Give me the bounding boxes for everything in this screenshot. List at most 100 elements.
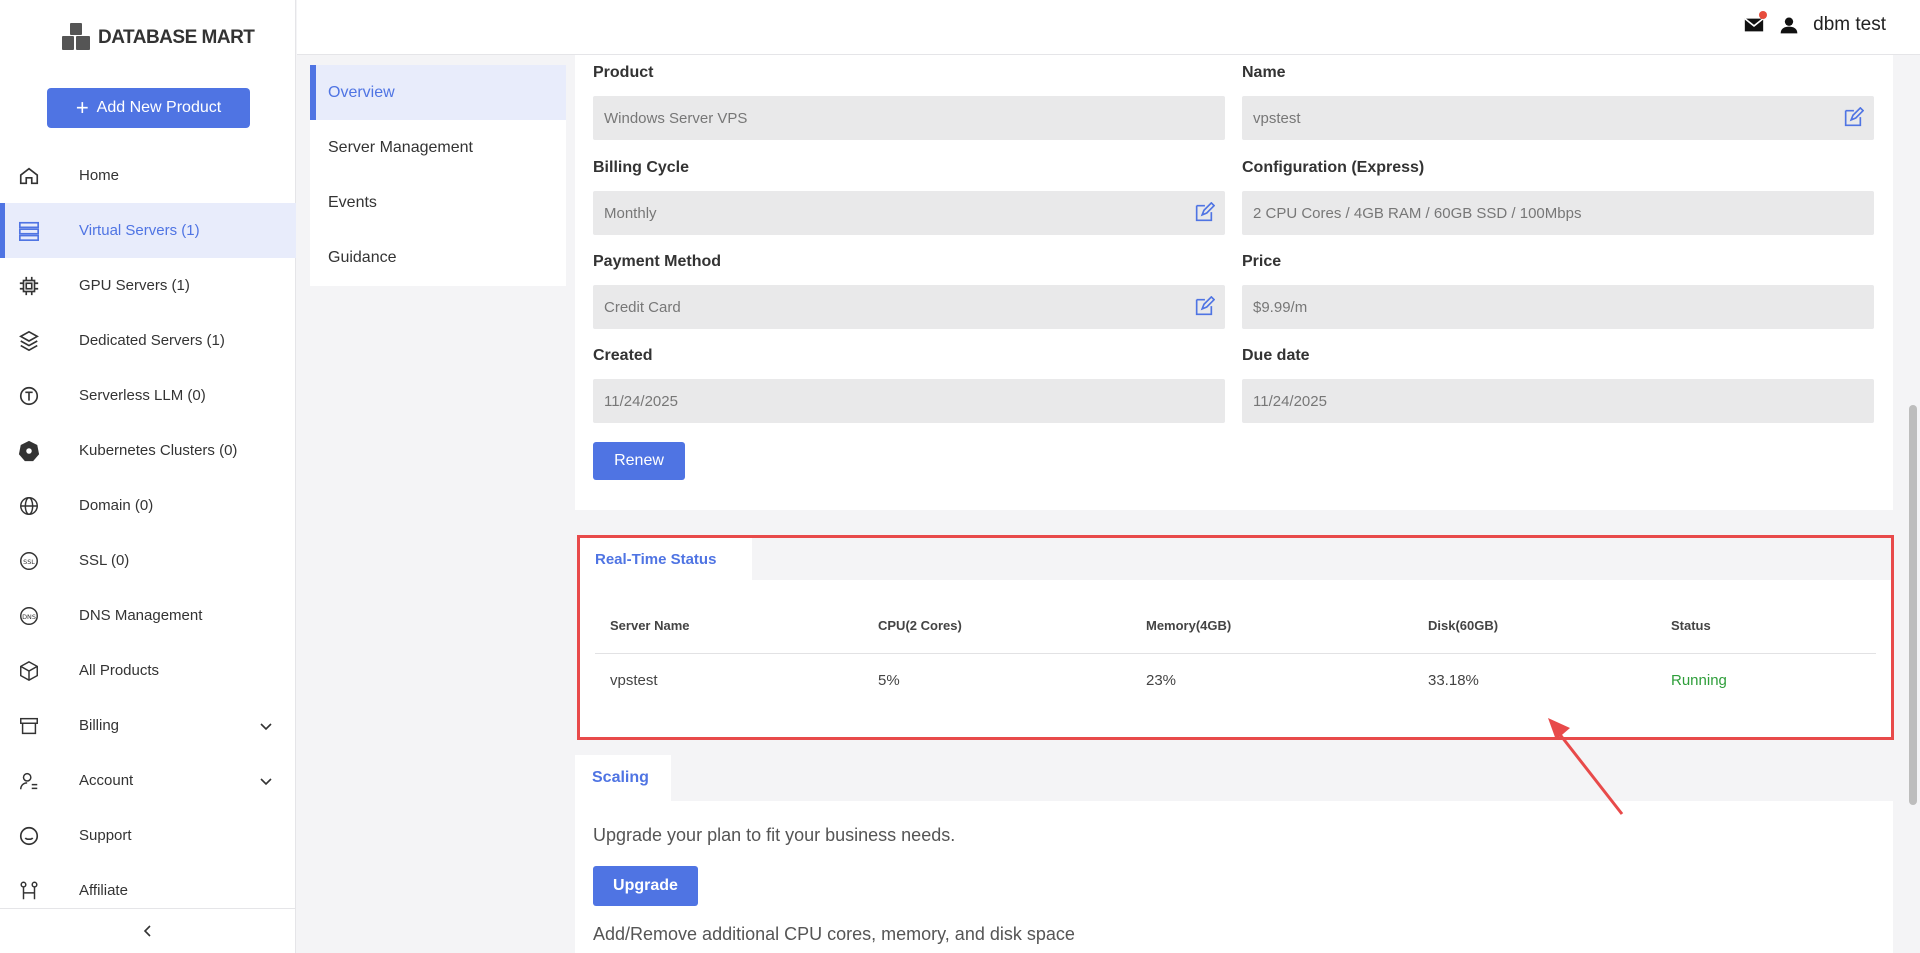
sidebar-item-domain[interactable]: Domain (0) <box>0 478 296 533</box>
kubernetes-icon <box>17 439 41 463</box>
configuration-field: 2 CPU Cores / 4GB RAM / 60GB SSD / 100Mb… <box>1242 191 1874 235</box>
sidebar-item-label: Affiliate <box>79 882 128 899</box>
server-name-cell: vpstest <box>610 672 658 689</box>
edit-icon[interactable] <box>1193 202 1215 224</box>
sidebar-item-dns-management[interactable]: DNS DNS Management <box>0 588 296 643</box>
tab-scaling[interactable]: Scaling <box>575 755 671 801</box>
sidebar-item-virtual-servers[interactable]: Virtual Servers (1) <box>0 203 296 258</box>
tab-events[interactable]: Events <box>310 175 566 230</box>
billing-icon <box>17 714 41 738</box>
tab-server-management[interactable]: Server Management <box>310 120 566 175</box>
plus-icon: + <box>75 95 89 120</box>
billing-cycle-label: Billing Cycle <box>593 159 690 176</box>
sidebar-item-label: Domain (0) <box>79 497 154 514</box>
configuration-value: 2 CPU Cores / 4GB RAM / 60GB SSD / 100Mb… <box>1253 204 1582 222</box>
server-details-card: Product Windows Server VPS Name vpstest … <box>575 55 1893 510</box>
sidebar-item-label: All Products <box>79 662 160 679</box>
created-value: 11/24/2025 <box>604 392 678 410</box>
sidebar-item-label: Billing <box>79 717 120 734</box>
tab-overview[interactable]: Overview <box>310 65 566 120</box>
support-icon <box>17 824 41 848</box>
created-field: 11/24/2025 <box>593 379 1225 423</box>
page-scrollbar[interactable] <box>1906 55 1920 953</box>
edit-icon[interactable] <box>1842 107 1864 129</box>
sidebar-item-label: Kubernetes Clusters (0) <box>79 442 238 459</box>
chevron-down-icon[interactable] <box>258 773 274 789</box>
payment-method-label: Payment Method <box>593 253 722 270</box>
sidebar-item-serverless-llm[interactable]: Serverless LLM (0) <box>0 368 296 423</box>
cube-stack-icon <box>17 329 41 353</box>
real-time-status-panel: Real-Time Status Server Name CPU(2 Cores… <box>577 535 1894 740</box>
edit-icon[interactable] <box>1193 296 1215 318</box>
user-icon[interactable] <box>1779 15 1799 35</box>
account-icon <box>17 769 41 793</box>
disk-cell: 33.18% <box>1428 672 1479 689</box>
server-icon <box>17 219 41 243</box>
tab-real-time-status[interactable]: Real-Time Status <box>580 538 752 580</box>
globe-icon <box>17 494 41 518</box>
add-new-product-button[interactable]: + Add New Product <box>47 88 250 128</box>
sidebar-item-label: DNS Management <box>79 607 203 624</box>
sidebar-item-label: Dedicated Servers (1) <box>79 332 225 349</box>
name-label: Name <box>1242 64 1286 81</box>
sidebar-item-gpu-servers[interactable]: GPU Servers (1) <box>0 258 296 313</box>
database-logo-icon <box>62 23 92 53</box>
scaling-description: Upgrade your plan to fit your business n… <box>593 825 956 845</box>
notification-dot <box>1759 11 1768 19</box>
username[interactable]: dbm test <box>1813 14 1886 36</box>
tab-guidance[interactable]: Guidance <box>310 230 566 285</box>
sidebar-item-dedicated-servers[interactable]: Dedicated Servers (1) <box>0 313 296 368</box>
table-divider <box>595 653 1876 654</box>
sidebar-item-label: Account <box>79 772 134 789</box>
top-header: dbm test <box>297 0 1920 55</box>
mail-icon[interactable] <box>1743 11 1768 36</box>
billing-cycle-field: Monthly <box>593 191 1225 235</box>
name-value: vpstest <box>1253 109 1301 127</box>
box-icon <box>17 659 41 683</box>
sidebar-item-account[interactable]: Account <box>0 753 296 808</box>
price-label: Price <box>1242 253 1282 270</box>
product-value: Windows Server VPS <box>604 109 748 127</box>
due-date-value: 11/24/2025 <box>1253 392 1327 410</box>
svg-text:DNS: DNS <box>22 612 36 620</box>
sidebar-item-kubernetes-clusters[interactable]: Kubernetes Clusters (0) <box>0 423 296 478</box>
sidebar: DATABASE MART + Add New Product Home Vir… <box>0 0 296 953</box>
add-new-product-label: Add New Product <box>96 99 222 116</box>
sidebar-item-ssl[interactable]: SSL SSL (0) <box>0 533 296 588</box>
renew-button[interactable]: Renew <box>593 442 685 480</box>
collapse-sidebar-button[interactable] <box>0 908 296 953</box>
sidebar-nav: Home Virtual Servers (1) GPU Servers (1)… <box>0 148 296 918</box>
sidebar-item-billing[interactable]: Billing <box>0 698 296 753</box>
product-label: Product <box>593 64 654 81</box>
sidebar-item-label: Support <box>79 827 132 844</box>
product-field: Windows Server VPS <box>593 96 1225 140</box>
sidebar-item-label: Home <box>79 167 120 184</box>
sidebar-item-home[interactable]: Home <box>0 148 296 203</box>
upgrade-button[interactable]: Upgrade <box>593 866 698 906</box>
sidebar-item-label: Virtual Servers (1) <box>79 222 200 239</box>
status-cell: Running <box>1671 672 1727 689</box>
chevron-down-icon[interactable] <box>258 718 274 734</box>
column-header: Server Name <box>610 618 690 633</box>
price-value: $9.99/m <box>1253 298 1308 316</box>
column-header: CPU(2 Cores) <box>878 618 962 633</box>
home-icon <box>17 164 41 188</box>
affiliate-icon <box>17 879 41 903</box>
sidebar-item-all-products[interactable]: All Products <box>0 643 296 698</box>
brand-name: DATABASE MART <box>98 27 255 48</box>
brand-logo[interactable]: DATABASE MART <box>62 22 255 54</box>
sidebar-item-support[interactable]: Support <box>0 808 296 863</box>
server-submenu: Overview Server Management Events Guidan… <box>310 65 566 286</box>
scrollbar-thumb[interactable] <box>1909 405 1917 805</box>
payment-method-field: Credit Card <box>593 285 1225 329</box>
scaling-panel: Upgrade your plan to fit your business n… <box>575 801 1893 953</box>
dns-icon: DNS <box>17 604 41 628</box>
billing-cycle-value: Monthly <box>604 204 657 222</box>
cpu-cell: 5% <box>878 672 900 689</box>
status-tab-bar: Real-Time Status <box>580 538 1891 580</box>
name-field: vpstest <box>1242 96 1874 140</box>
configuration-label: Configuration (Express) <box>1242 159 1425 176</box>
scaling-addon-description: Add/Remove additional CPU cores, memory,… <box>593 924 1075 944</box>
column-header: Status <box>1671 618 1711 633</box>
price-field: $9.99/m <box>1242 285 1874 329</box>
